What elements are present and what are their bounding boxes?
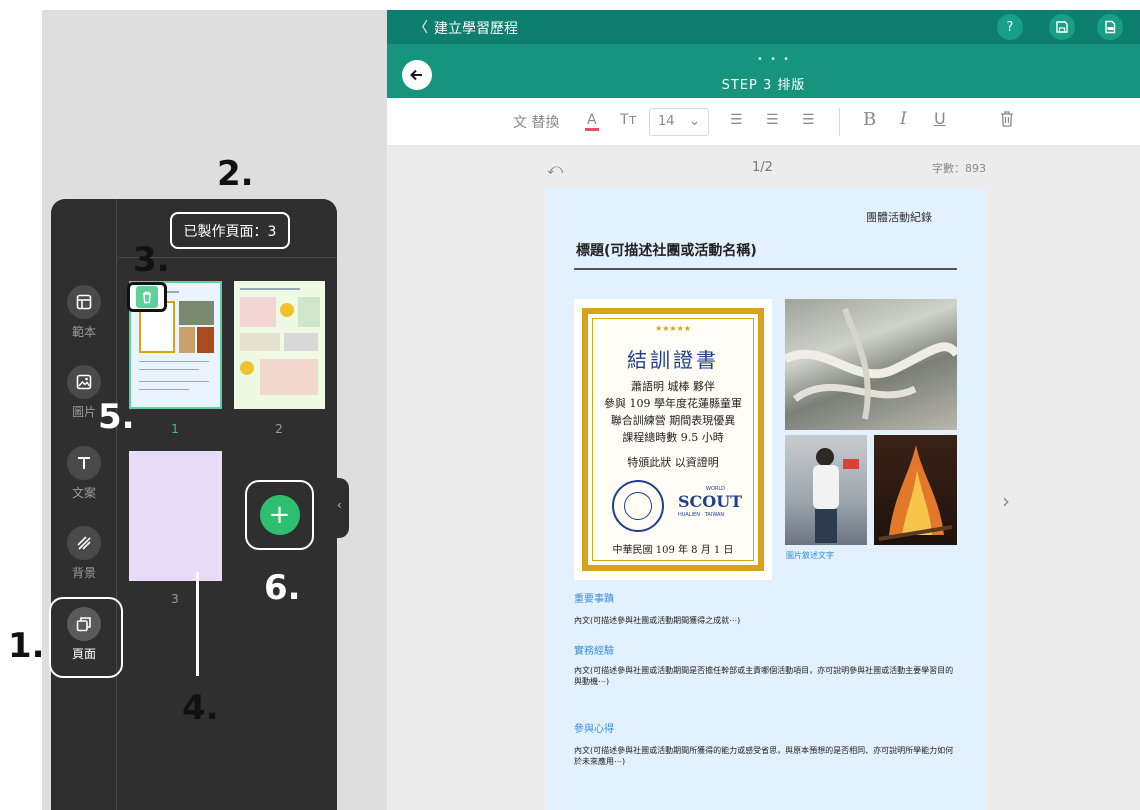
page-number-3: 3 [171,592,179,606]
image-icon [67,365,101,399]
step-dots: • • • [757,54,792,65]
panel-divider [116,199,117,810]
certificate-scout-sub: HUALIEN · TAIWAN [678,512,725,518]
chevron-left-icon: ‹ [337,498,342,512]
annotation-4: 4. [182,688,219,728]
sidebar-item-label: 背景 [71,566,96,580]
pages-highlight [49,597,123,678]
trash-icon [136,286,158,308]
save-button[interactable] [1049,14,1075,40]
bold-button[interactable]: B [863,109,876,130]
toolbar-divider [839,108,840,136]
font-color-icon: A [585,112,599,131]
certificate-date: 中華民國 109 年 8 月 1 日 [612,545,734,556]
delete-page-button[interactable] [127,282,167,312]
certificate-heading: 結訓證書 [627,348,719,372]
document-title[interactable]: 標題(可描述社團或活動名稱) [576,240,757,260]
save-icon [1056,21,1068,33]
sidebar-item-template[interactable]: 範本 [60,285,108,340]
app-title: 建立學習歷程 [434,21,518,37]
title-divider [574,268,957,270]
sidebar-item-background[interactable]: 背景 [60,526,108,581]
sidebar-item-label: 範本 [71,325,96,339]
align-left-icon[interactable]: ☰ [730,112,743,128]
certificate-stars: ★★★★★ [655,324,691,333]
annotation-1: 1. [8,626,45,666]
font-color-button[interactable]: A [585,112,599,131]
format-toolbar: 文 替換 A Tт 14 ⌄ ☰ ☰ ☰ B I U [387,98,1140,146]
annotation-5: 5. [98,397,135,437]
font-size-select[interactable]: 14 ⌄ [649,108,709,136]
text-size-icon[interactable]: Tт [620,112,637,128]
photo-caption[interactable]: 圖片敘述文字 [786,550,834,561]
translate-icon: 文 [513,115,527,131]
italic-button[interactable]: I [900,109,907,129]
help-button[interactable]: ? [997,14,1023,40]
text-icon [67,446,101,480]
section-heading[interactable]: 實務經驗 [574,642,614,657]
underline-button[interactable]: U [934,109,946,128]
section-heading[interactable]: 重要事蹟 [574,590,614,605]
background-icon [67,526,101,560]
scout-boy-photo[interactable] [785,435,867,545]
back-chevron-icon[interactable]: 〈 [414,17,428,37]
align-center-icon[interactable]: ☰ [766,112,779,128]
add-page-button[interactable]: + [259,495,300,535]
annotation-3: 3. [133,240,170,280]
replace-button[interactable]: 文 替換 [513,112,559,132]
step-title: STEP 3 排版 [721,78,806,93]
page-number-1: 1 [171,422,179,436]
certificate-line: 特頒此狀 以資證明 [627,456,719,469]
page-indicator: 1/2 [752,160,773,175]
template-icon [67,285,101,319]
section-heading[interactable]: 參與心得 [574,720,614,735]
trash-icon [1001,111,1013,127]
sidebar-item-label: 文案 [71,486,96,500]
undo-icon[interactable]: ⤺ [547,160,563,178]
annotation-2: 2. [217,154,254,194]
certificate-line: 聯合訓練營 期間表現優異 [610,414,736,427]
certificate-line: 蕭語明 城棒 夥伴 [631,380,715,393]
delete-element-button[interactable] [999,110,1015,132]
section-body[interactable]: 內文(可描述參與社團或活動期間獲得之成就⋯) [574,615,959,626]
chevron-down-icon: ⌄ [689,114,700,129]
align-right-icon[interactable]: ☰ [802,112,815,128]
section-body[interactable]: 內文(可描述參與社團或活動期間是否擔任幹部或主責哪個活動項目，亦可說明參與社團或… [574,665,959,687]
rope-knot-photo[interactable] [785,299,957,430]
sidebar-item-text[interactable]: 文案 [60,446,108,501]
document-tag: 團體活動紀錄 [866,211,932,224]
word-count: 字數：893 [932,162,986,175]
pdf-icon [1105,20,1116,34]
section-body[interactable]: 內文(可描述參與社團或活動期間所獲得的能力或感受省思，與原本預想的是否相同、亦可… [574,745,959,767]
page-number-2: 2 [275,422,283,436]
top-bar: 〈 建立學習歷程 ? [387,10,1140,44]
page-thumbnail-2[interactable] [234,281,325,409]
collapse-panel-tab[interactable]: ‹ [335,478,349,538]
scout-seal-inner [624,492,652,520]
next-page-chevron-icon[interactable]: › [1002,489,1010,513]
pages-made-count: 已製作頁面：3 [170,212,290,249]
page-thumbnail-3[interactable] [129,451,222,581]
annotation-6: 6. [264,568,301,608]
certificate-line: 課程總時數 9.5 小時 [622,431,724,444]
replace-label: 替換 [531,115,560,131]
certificate-line: 參與 109 學年度花蓮縣童軍 [604,397,742,410]
campfire-photo[interactable] [874,435,957,545]
font-size-value: 14 [658,114,675,129]
export-pdf-button[interactable] [1097,14,1123,40]
step-bar: • • • STEP 3 排版 [387,44,1140,98]
add-page-highlight: + [245,480,314,550]
certificate-scout: SCOUT [678,492,743,511]
annotation-line [196,572,199,676]
